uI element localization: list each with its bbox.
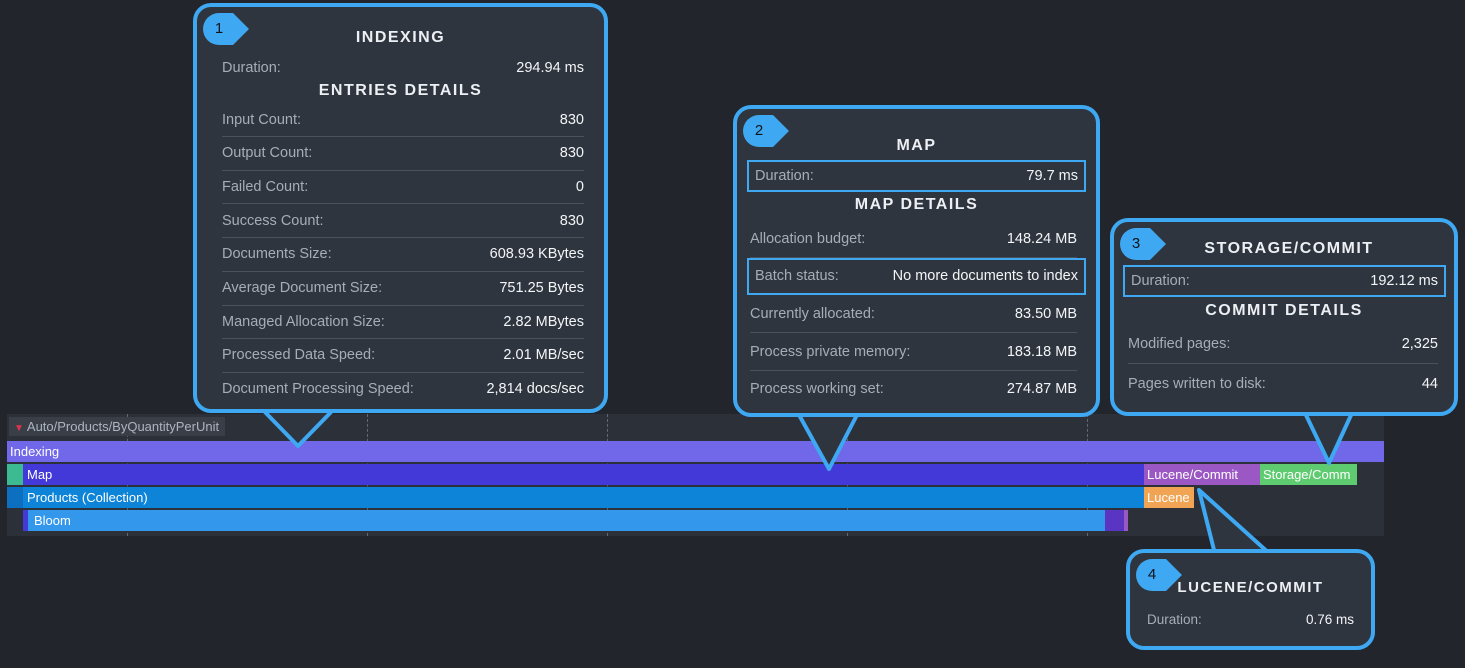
detail-row: Managed Allocation Size: 2.82 MBytes — [222, 305, 584, 340]
bar-lucene[interactable]: Lucene — [1144, 487, 1194, 508]
detail-row: Batch status: No more documents to index — [747, 257, 1086, 295]
detail-row: Failed Count: 0 — [222, 170, 584, 205]
detail-label: Documents Size: — [222, 246, 332, 263]
detail-value: 830 — [559, 111, 584, 128]
detail-label: Process private memory: — [750, 343, 911, 360]
detail-value: No more documents to index — [892, 268, 1078, 285]
detail-row: Input Count: 830 — [222, 103, 584, 137]
duration-row: Duration: 79.7 ms — [747, 160, 1086, 192]
duration-row: Duration: 192.12 ms — [1123, 265, 1446, 297]
bar-bloom[interactable]: Bloom — [28, 510, 1105, 531]
detail-value: 274.87 MB — [1006, 381, 1077, 398]
detail-row: Average Document Size: 751.25 Bytes — [222, 272, 584, 306]
collapse-triangle-icon[interactable]: ▼ — [14, 423, 24, 434]
detail-label: Modified pages: — [1128, 336, 1231, 352]
bar-storage-commit-label: Storage/Comm — [1263, 467, 1351, 482]
detail-value: 44 — [1421, 376, 1438, 392]
callout-title: LUCENE/COMMIT — [1177, 579, 1324, 596]
index-tab-label: Auto/Products/ByQuantityPerUnit — [26, 419, 220, 434]
bar-lucene-commit[interactable]: Lucene/Commit — [1144, 464, 1260, 485]
bar-storage-commit[interactable]: Storage/Comm — [1260, 464, 1357, 485]
detail-label: Failed Count: — [222, 178, 309, 195]
duration-value: 79.7 ms — [1026, 168, 1078, 184]
callout-indexing: 1 INDEXING Duration: 294.94 ms ENTRIES D… — [193, 3, 608, 413]
detail-row: Process working set: 274.87 MB — [750, 371, 1077, 408]
details-title: COMMIT DETAILS — [1205, 302, 1363, 319]
detail-label: Processed Data Speed: — [222, 347, 376, 364]
detail-value: 2,325 — [1401, 336, 1438, 352]
duration-value: 0.76 ms — [1305, 611, 1354, 627]
detail-label: Document Processing Speed: — [222, 381, 414, 398]
detail-value: 2.82 MBytes — [503, 313, 584, 330]
bar-bloom-tail[interactable] — [1105, 510, 1124, 531]
detail-value: 830 — [559, 145, 584, 162]
detail-row: Allocation budget: 148.24 MB — [750, 220, 1077, 258]
detail-value: 751.25 Bytes — [499, 280, 584, 296]
detail-value: 830 — [559, 212, 584, 229]
detail-value: 2,814 docs/sec — [486, 381, 584, 398]
bar-lucene-label: Lucene — [1147, 490, 1190, 505]
details-title: MAP DETAILS — [854, 196, 979, 213]
callout-title: STORAGE/COMMIT — [1204, 240, 1374, 257]
detail-row: Processed Data Speed: 2.01 MB/sec — [222, 339, 584, 373]
bar-indexing-label: Indexing — [10, 444, 60, 459]
detail-label: Success Count: — [222, 212, 324, 229]
detail-label: Currently allocated: — [750, 305, 875, 322]
detail-row: Currently allocated: 83.50 MB — [750, 295, 1077, 334]
duration-row: Duration: 0.76 ms — [1147, 603, 1354, 635]
callout-storage-commit: 3 STORAGE/COMMIT Duration: 192.12 ms COM… — [1110, 218, 1458, 416]
detail-row: Success Count: 830 — [222, 204, 584, 239]
bar-map-label: Map — [27, 467, 53, 482]
bar-products-marker[interactable] — [7, 487, 23, 508]
detail-label: Average Document Size: — [222, 280, 383, 296]
detail-label: Pages written to disk: — [1128, 376, 1266, 392]
detail-value: 83.50 MB — [1014, 305, 1077, 322]
detail-row: Pages written to disk: 44 — [1128, 365, 1438, 403]
detail-row: Output Count: 830 — [222, 137, 584, 171]
detail-label: Input Count: — [222, 111, 301, 128]
detail-label: Output Count: — [222, 145, 313, 162]
bar-map-marker[interactable] — [7, 464, 23, 485]
detail-value: 2.01 MB/sec — [503, 347, 584, 364]
detail-row: Document Processing Speed: 2,814 docs/sec — [222, 373, 584, 406]
bar-indexing[interactable]: Indexing — [7, 441, 1384, 462]
timeline-panel: ▼ Auto/Products/ByQuantityPerUnit Indexin… — [7, 414, 1384, 536]
callout-map: 2 MAP Duration: 79.7 ms MAP DETAILS Allo… — [733, 105, 1100, 417]
detail-row: Process private memory: 183.18 MB — [750, 333, 1077, 372]
detail-label: Allocation budget: — [750, 230, 866, 247]
detail-value: 0 — [575, 178, 584, 195]
details-title: ENTRIES DETAILS — [318, 82, 483, 99]
callout-title: MAP — [896, 137, 937, 154]
duration-label: Duration: — [755, 168, 814, 184]
duration-value: 192.12 ms — [1370, 273, 1438, 289]
bar-products-collection-label: Products (Collection) — [27, 490, 148, 505]
detail-label: Process working set: — [750, 381, 884, 398]
detail-row: Modified pages: 2,325 — [1128, 325, 1438, 364]
bar-bloom-label: Bloom — [34, 513, 71, 528]
duration-label: Duration: — [1147, 611, 1202, 627]
duration-value: 294.94 ms — [516, 60, 584, 76]
detail-value: 608.93 KBytes — [489, 246, 584, 263]
callout-lucene-commit: 4 LUCENE/COMMIT Duration: 0.76 ms — [1126, 549, 1375, 650]
bar-products-collection[interactable]: Products (Collection) — [23, 487, 1144, 508]
bar-bloom-tail-2[interactable] — [1124, 510, 1128, 531]
duration-label: Duration: — [222, 60, 281, 76]
detail-value: 183.18 MB — [1006, 343, 1077, 360]
duration-row: Duration: 294.94 ms — [222, 52, 584, 84]
bar-lucene-commit-label: Lucene/Commit — [1147, 467, 1239, 482]
index-tab[interactable]: ▼ Auto/Products/ByQuantityPerUnit — [9, 417, 226, 436]
detail-row: Documents Size: 608.93 KBytes — [222, 238, 584, 272]
detail-label: Managed Allocation Size: — [222, 313, 385, 330]
duration-label: Duration: — [1131, 273, 1190, 289]
bar-map[interactable]: Map — [23, 464, 1144, 485]
callout-title: INDEXING — [355, 29, 446, 46]
detail-label: Batch status: — [755, 268, 839, 285]
detail-value: 148.24 MB — [1006, 230, 1077, 247]
